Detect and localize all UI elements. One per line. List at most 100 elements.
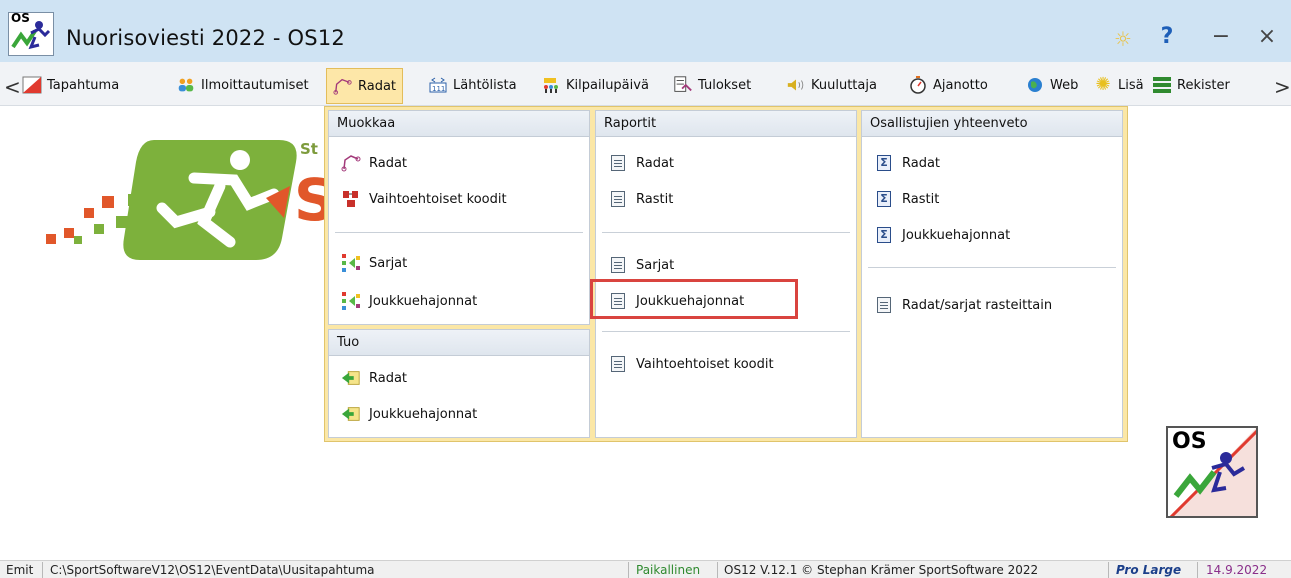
course-icon — [333, 77, 353, 95]
report-doc-icon — [608, 153, 628, 173]
status-divider — [628, 562, 629, 578]
menu-label: Lisä — [1118, 77, 1144, 93]
item-label: Rastit — [902, 191, 940, 207]
people-icon — [176, 76, 196, 94]
yhteenveto-joukkuehajonnat-item[interactable]: Σ Joukkuehajonnat — [874, 222, 1010, 248]
results-icon — [673, 76, 693, 94]
item-label: Sarjat — [369, 255, 408, 271]
muokkaa-vaihtoehtoiset-koodit-item[interactable]: Vaihtoehtoiset koodit — [341, 186, 507, 212]
summary-icon: Σ — [874, 189, 894, 209]
alt-codes-icon — [341, 189, 361, 209]
menu-ajanotto[interactable]: Ajanotto — [908, 70, 988, 100]
yhteenveto-radat-item[interactable]: Σ Radat — [874, 150, 940, 176]
raportit-vaihtoehtoiset-koodit-item[interactable]: Vaihtoehtoiset koodit — [608, 351, 774, 377]
tuo-joukkuehajonnat-item[interactable]: Joukkuehajonnat — [341, 401, 477, 427]
status-date: 14.9.2022 — [1206, 563, 1268, 577]
report-doc-icon — [608, 291, 628, 311]
menu-tulokset[interactable]: Tulokset — [673, 70, 751, 100]
menu-label: Lähtölista — [453, 77, 517, 93]
menu-web[interactable]: Web — [1025, 70, 1078, 100]
item-label: Joukkuehajonnat — [369, 293, 478, 309]
raportit-radat-item[interactable]: Radat — [608, 150, 674, 176]
app-logo-text: OS — [11, 11, 30, 25]
status-divider — [42, 562, 43, 578]
menu-radat[interactable]: Radat — [326, 68, 404, 104]
raportit-rastit-item[interactable]: Rastit — [608, 186, 673, 212]
status-divider — [717, 562, 718, 578]
sportsoftware-logo — [44, 138, 304, 268]
menu-rekister[interactable]: Rekister — [1152, 70, 1230, 100]
summary-icon: Σ — [874, 225, 894, 245]
status-divider — [1197, 562, 1198, 578]
report-doc-icon — [608, 255, 628, 275]
yhteenveto-radat-sarjat-rasteittain-item[interactable]: Radat/sarjat rasteittain — [874, 292, 1052, 318]
menu-label: Kuuluttaja — [811, 77, 877, 93]
status-bar: Emit C:\SportSoftwareV12\OS12\EventData\… — [0, 560, 1291, 578]
menu-kilpailupaiva[interactable]: Kilpailupäivä — [541, 70, 649, 100]
item-label: Vaihtoehtoiset koodit — [636, 356, 774, 372]
item-label: Radat — [902, 155, 941, 171]
yhteenveto-rastit-item[interactable]: Σ Rastit — [874, 186, 939, 212]
svg-text:111: 111 — [432, 85, 445, 93]
event-flag-icon — [22, 76, 42, 94]
import-icon — [341, 404, 361, 424]
status-divider — [1108, 562, 1109, 578]
logo-text-small: St — [300, 140, 318, 158]
report-doc-icon — [608, 189, 628, 209]
window-title: Nuorisoviesti 2022 - OS12 — [66, 26, 345, 50]
globe-icon — [1025, 76, 1045, 94]
minimize-button[interactable]: − — [1208, 24, 1234, 52]
stopwatch-icon — [908, 76, 928, 94]
status-emit: Emit — [6, 563, 34, 577]
menu-lisa[interactable]: ✺ Lisä — [1093, 70, 1144, 100]
radat-dropdown-menu: Muokkaa Radat Vaihtoehtoiset koodit Sarj… — [324, 106, 1128, 442]
item-label: Sarjat — [636, 257, 675, 273]
muokkaa-radat-item[interactable]: Radat — [341, 150, 407, 176]
scroll-left-icon[interactable]: < — [4, 75, 21, 99]
panel-raportit: Raportit Radat Rastit Sarjat Joukkuehajo… — [595, 110, 857, 438]
scroll-right-icon[interactable]: > — [1274, 75, 1291, 99]
raportit-joukkuehajonnat-item[interactable]: Joukkuehajonnat — [608, 288, 744, 314]
menu-tapahtuma[interactable]: Tapahtuma — [22, 70, 119, 100]
status-edition: Pro Large — [1116, 563, 1182, 577]
summary-icon: Σ — [874, 153, 894, 173]
panel-osallistujien-yhteenveto: Osallistujien yhteenveto Σ Radat Σ Rasti… — [861, 110, 1123, 438]
panel-header-raportit: Raportit — [596, 111, 856, 137]
classes-icon — [341, 253, 361, 273]
start-list-icon: 111 — [428, 76, 448, 94]
item-label: Joukkuehajonnat — [369, 406, 478, 422]
report-doc-icon — [608, 354, 628, 374]
os-badge-text: OS — [1172, 429, 1207, 454]
help-button[interactable]: ? — [1154, 24, 1180, 52]
tuo-radat-item[interactable]: Radat — [341, 365, 407, 391]
menu-lahtolista[interactable]: 111 Lähtölista — [428, 70, 517, 100]
item-label: Radat — [369, 155, 408, 171]
os-badge-logo: OS — [1166, 426, 1258, 518]
item-label: Joukkuehajonnat — [636, 293, 745, 309]
raportit-sarjat-item[interactable]: Sarjat — [608, 252, 674, 278]
ribbon-menu-bar: < Tapahtuma Ilmoittautumiset Radat 111 L… — [0, 62, 1291, 106]
menu-ilmoittautumiset[interactable]: Ilmoittautumiset — [176, 70, 309, 100]
panel-muokkaa: Muokkaa Radat Vaihtoehtoiset koodit Sarj… — [328, 110, 590, 325]
import-icon — [341, 368, 361, 388]
item-label: Rastit — [636, 191, 674, 207]
panel-header-tuo: Tuo — [329, 330, 589, 356]
settings-gear-icon[interactable]: ☼ — [1108, 27, 1138, 55]
menu-label: Web — [1050, 77, 1079, 93]
muokkaa-joukkuehajonnat-item[interactable]: Joukkuehajonnat — [341, 288, 477, 314]
app-logo-icon[interactable]: OS — [8, 11, 54, 56]
menu-label: Radat — [358, 78, 397, 94]
item-label: Radat/sarjat rasteittain — [902, 297, 1053, 313]
menu-label: Kilpailupäivä — [566, 77, 649, 93]
menu-kuuluttaja[interactable]: Kuuluttaja — [786, 70, 877, 100]
status-version: OS12 V.12.1 © Stephan Krämer SportSoftwa… — [724, 563, 1039, 577]
item-label: Radat — [636, 155, 675, 171]
item-label: Radat — [369, 370, 408, 386]
title-bar: OS Nuorisoviesti 2022 - OS12 ☼ ? − × — [0, 0, 1291, 62]
status-path: C:\SportSoftwareV12\OS12\EventData\Uusit… — [50, 563, 375, 577]
menu-label: Ilmoittautumiset — [201, 77, 309, 93]
close-button[interactable]: × — [1252, 24, 1282, 52]
muokkaa-sarjat-item[interactable]: Sarjat — [341, 250, 407, 276]
report-doc-icon — [874, 295, 894, 315]
register-icon — [1152, 76, 1172, 94]
